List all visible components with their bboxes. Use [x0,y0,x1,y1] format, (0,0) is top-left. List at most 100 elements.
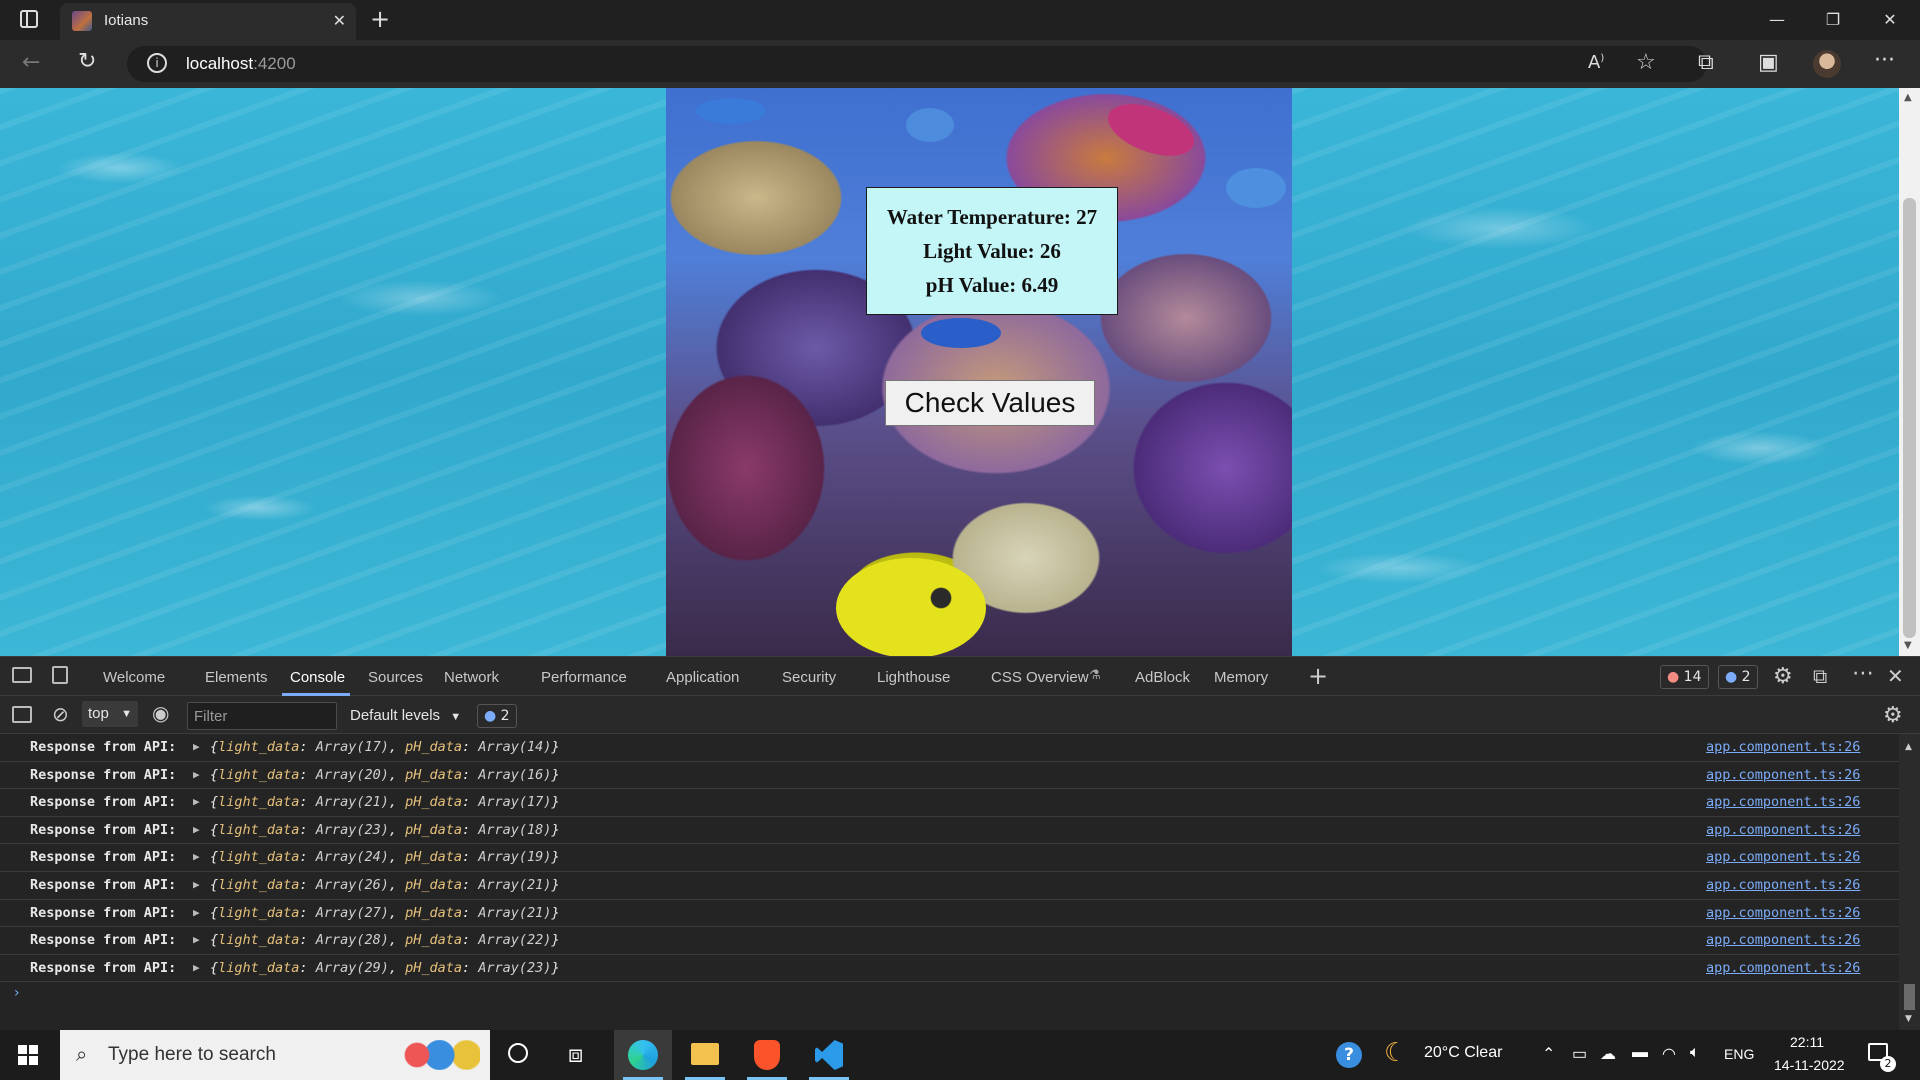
console-prompt-icon[interactable]: › [14,985,20,1001]
more-tools-plus-icon[interactable]: + [1308,662,1328,690]
devtools-tab-network[interactable]: Network [444,669,499,686]
issues-badge[interactable]: ● 2 [477,704,517,728]
new-tab-icon[interactable]: + [370,5,390,33]
source-link[interactable]: app.component.ts:26 [1706,794,1860,810]
url-text[interactable]: localhost:4200 [186,54,296,74]
devtools-tab-welcome[interactable]: Welcome [103,669,165,686]
devtools-settings-icon[interactable]: ⚙ [1773,664,1793,689]
log-object[interactable]: {light_data: Array(23), pH_data: Array(1… [210,822,560,838]
scroll-up-icon[interactable]: ▲ [1904,92,1912,103]
devtools-more-icon[interactable]: ⋯ [1852,661,1874,686]
expand-triangle-icon[interactable]: ▶ [193,740,200,753]
read-aloud-icon[interactable]: A) [1588,52,1604,73]
tab-actions-icon[interactable] [20,10,38,28]
minimize-icon[interactable]: — [1757,6,1797,34]
profile-avatar[interactable] [1813,50,1841,78]
taskbar-brave-app[interactable] [738,1030,796,1080]
context-selector[interactable]: top ▼ [82,701,138,727]
onedrive-cloud-icon[interactable]: ☁ [1600,1044,1616,1064]
task-view-icon[interactable]: ⧈ [568,1040,583,1068]
collections-icon[interactable]: ▣ [1758,50,1779,75]
source-link[interactable]: app.component.ts:26 [1706,739,1860,755]
device-toolbar-icon[interactable] [52,666,68,684]
devtools-tab-console[interactable]: Console [290,669,345,686]
log-object[interactable]: {light_data: Array(20), pH_data: Array(1… [210,767,560,783]
scrollbar-thumb[interactable] [1903,198,1916,638]
address-bar[interactable] [127,46,1707,82]
restore-icon[interactable]: ❐ [1813,6,1853,34]
expand-triangle-icon[interactable]: ▶ [193,850,200,863]
clock-time[interactable]: 22:11 [1790,1034,1824,1050]
back-icon[interactable]: ← [22,50,40,75]
site-info-icon[interactable]: i [147,53,167,73]
taskbar-vscode-app[interactable] [800,1030,858,1080]
expand-triangle-icon[interactable]: ▶ [193,768,200,781]
expand-triangle-icon[interactable]: ▶ [193,961,200,974]
filter-field[interactable] [188,703,336,729]
log-object[interactable]: {light_data: Array(29), pH_data: Array(2… [210,960,560,976]
scroll-down-icon[interactable]: ▼ [1904,640,1912,651]
clear-console-icon[interactable]: ⊘ [52,702,69,726]
taskbar-edge-app[interactable] [614,1030,672,1080]
expand-triangle-icon[interactable]: ▶ [193,933,200,946]
page-scrollbar[interactable]: ▲ ▼ [1899,88,1920,656]
source-link[interactable]: app.component.ts:26 [1706,849,1860,865]
devtools-tab-css-overview[interactable]: CSS Overview [991,669,1089,686]
add-favorite-icon[interactable]: ☆ [1636,50,1656,75]
language-indicator[interactable]: ENG [1724,1046,1754,1062]
devtools-tab-security[interactable]: Security [782,669,836,686]
expand-triangle-icon[interactable]: ▶ [193,795,200,808]
devtools-tab-performance[interactable]: Performance [541,669,627,686]
live-expression-eye-icon[interactable]: ◉ [152,701,169,725]
windows-start-icon[interactable] [18,1045,38,1065]
devtools-tab-memory[interactable]: Memory [1214,669,1268,686]
scroll-up-icon[interactable]: ▲ [1905,742,1912,752]
expand-triangle-icon[interactable]: ▶ [193,906,200,919]
expand-triangle-icon[interactable]: ▶ [193,823,200,836]
source-link[interactable]: app.component.ts:26 [1706,960,1860,976]
inspect-element-icon[interactable] [12,667,32,683]
devtools-tab-adblock[interactable]: AdBlock [1135,669,1190,686]
show-hidden-icons-icon[interactable]: ⌃ [1542,1044,1555,1064]
taskbar-file-explorer-app[interactable] [676,1030,734,1080]
cortana-icon[interactable] [508,1043,528,1063]
console-filter-input[interactable] [187,702,337,730]
source-link[interactable]: app.component.ts:26 [1706,905,1860,921]
battery-icon[interactable]: ▬ [1632,1044,1648,1062]
log-object[interactable]: {light_data: Array(27), pH_data: Array(2… [210,905,560,921]
help-icon[interactable]: ? [1336,1042,1362,1068]
message-count-badge[interactable]: ● 2 [1718,665,1758,689]
extensions-icon[interactable]: ⧉ [1698,50,1714,75]
log-object[interactable]: {light_data: Array(21), pH_data: Array(1… [210,794,560,810]
browser-tab[interactable]: Iotians ✕ [60,3,356,40]
scroll-down-icon[interactable]: ▼ [1905,1014,1912,1024]
expand-triangle-icon[interactable]: ▶ [193,878,200,891]
log-object[interactable]: {light_data: Array(17), pH_data: Array(1… [210,739,560,755]
refresh-icon[interactable]: ↻ [78,49,96,74]
devtools-tab-sources[interactable]: Sources [368,669,423,686]
source-link[interactable]: app.component.ts:26 [1706,822,1860,838]
console-scrollbar[interactable]: ▲ ▼ [1899,734,1920,1030]
close-window-icon[interactable]: ✕ [1870,6,1910,34]
source-link[interactable]: app.component.ts:26 [1706,877,1860,893]
console-scrollbar-thumb[interactable] [1904,984,1915,1010]
source-link[interactable]: app.component.ts:26 [1706,932,1860,948]
close-devtools-icon[interactable]: ✕ [1887,664,1904,688]
show-sidebar-icon[interactable] [12,706,32,723]
log-object[interactable]: {light_data: Array(28), pH_data: Array(2… [210,932,560,948]
close-tab-icon[interactable]: ✕ [333,11,346,30]
devtools-tab-lighthouse[interactable]: Lighthouse [877,669,950,686]
log-object[interactable]: {light_data: Array(24), pH_data: Array(1… [210,849,560,865]
volume-icon[interactable]: 🔈︎ [1690,1044,1700,1062]
check-values-button[interactable]: Check Values [885,380,1095,426]
clock-date[interactable]: 14-11-2022 [1774,1057,1845,1073]
devtools-tab-application[interactable]: Application [666,669,739,686]
taskbar-search-box[interactable]: ⌕ Type here to search [60,1030,490,1080]
error-count-badge[interactable]: ● 14 [1660,665,1709,689]
dock-side-icon[interactable]: ⧉ [1813,664,1827,688]
source-link[interactable]: app.component.ts:26 [1706,767,1860,783]
wifi-icon[interactable]: ◠ [1662,1044,1676,1064]
log-object[interactable]: {light_data: Array(26), pH_data: Array(2… [210,877,560,893]
devtools-tab-elements[interactable]: Elements [205,669,268,686]
log-levels-dropdown[interactable]: Default levels ▼ [350,707,461,724]
